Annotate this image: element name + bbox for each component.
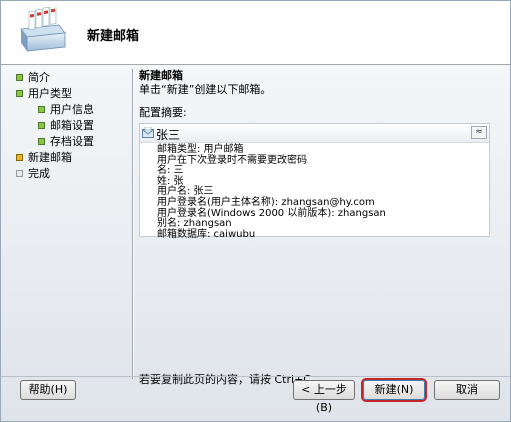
step-label: 用户信息 xyxy=(50,103,94,116)
step-mailbox-settings[interactable]: 邮箱设置 xyxy=(11,118,127,134)
step-done-icon xyxy=(38,122,45,129)
section-title: 新建邮箱 xyxy=(139,69,183,82)
step-user-info[interactable]: 用户信息 xyxy=(11,102,127,118)
back-button[interactable]: < 上一步(B) xyxy=(293,380,355,414)
new-button[interactable]: 新建(N) xyxy=(363,380,425,400)
step-label: 新建邮箱 xyxy=(28,151,72,164)
summary-line: 用户登录名(用户主体名称): zhangsan@hy.com xyxy=(157,196,375,208)
wizard-window: 新建邮箱 简介 用户类型 用户信息 邮箱设置 存档设置 新建邮箱 完成 新建邮箱… xyxy=(0,0,511,422)
step-label: 用户类型 xyxy=(28,87,72,100)
step-done-icon xyxy=(16,90,23,97)
section-description: 单击“新建”创建以下邮箱。 xyxy=(139,83,272,96)
button-bar-separator xyxy=(1,376,510,377)
summary-line: 用户在下次登录时不需要更改密码 xyxy=(157,154,307,166)
wizard-body: 简介 用户类型 用户信息 邮箱设置 存档设置 新建邮箱 完成 新建邮箱 单击“新… xyxy=(1,65,510,421)
step-archive-settings[interactable]: 存档设置 xyxy=(11,134,127,150)
step-current-icon xyxy=(16,154,23,161)
step-label: 邮箱设置 xyxy=(50,119,94,132)
step-content: 新建邮箱 单击“新建”创建以下邮箱。 配置摘要: 张三 ≈ 邮箱类型: 用户邮箱… xyxy=(139,69,501,386)
step-done-icon xyxy=(38,138,45,145)
wizard-header: 新建邮箱 xyxy=(1,1,510,65)
help-button[interactable]: 帮助(H) xyxy=(20,380,76,400)
summary-header[interactable]: 张三 ≈ xyxy=(140,124,489,143)
mailbox-stack-icon xyxy=(20,7,66,52)
step-done-icon xyxy=(16,74,23,81)
step-new-mailbox[interactable]: 新建邮箱 xyxy=(11,150,127,166)
mailbox-icon xyxy=(142,127,154,138)
step-label: 存档设置 xyxy=(50,135,94,148)
config-summary-panel: 张三 ≈ 邮箱类型: 用户邮箱 用户在下次登录时不需要更改密码 名: 三 姓: … xyxy=(139,123,490,240)
nav-separator xyxy=(132,69,133,379)
cancel-button[interactable]: 取消 xyxy=(434,380,500,400)
step-label: 简介 xyxy=(28,71,50,84)
step-intro[interactable]: 简介 xyxy=(11,70,127,86)
summary-details: 邮箱类型: 用户邮箱 用户在下次登录时不需要更改密码 名: 三 姓: 张 用户名… xyxy=(157,144,386,240)
summary-mailbox-name: 张三 xyxy=(156,128,181,142)
collapse-chevron-icon[interactable]: ≈ xyxy=(471,126,487,139)
step-done-icon xyxy=(38,106,45,113)
summary-line: 邮箱类型: 用户邮箱 xyxy=(157,144,244,155)
summary-line: 邮箱数据库: caiwubu xyxy=(157,228,256,240)
step-finish: 完成 xyxy=(11,166,127,182)
wizard-step-list: 简介 用户类型 用户信息 邮箱设置 存档设置 新建邮箱 完成 xyxy=(11,70,127,182)
wizard-title: 新建邮箱 xyxy=(87,29,140,44)
step-user-type[interactable]: 用户类型 xyxy=(11,86,127,102)
summary-label: 配置摘要: xyxy=(139,106,187,119)
step-pending-icon xyxy=(16,170,23,177)
step-label: 完成 xyxy=(28,167,50,180)
summary-line: 名: 三 xyxy=(157,165,184,177)
